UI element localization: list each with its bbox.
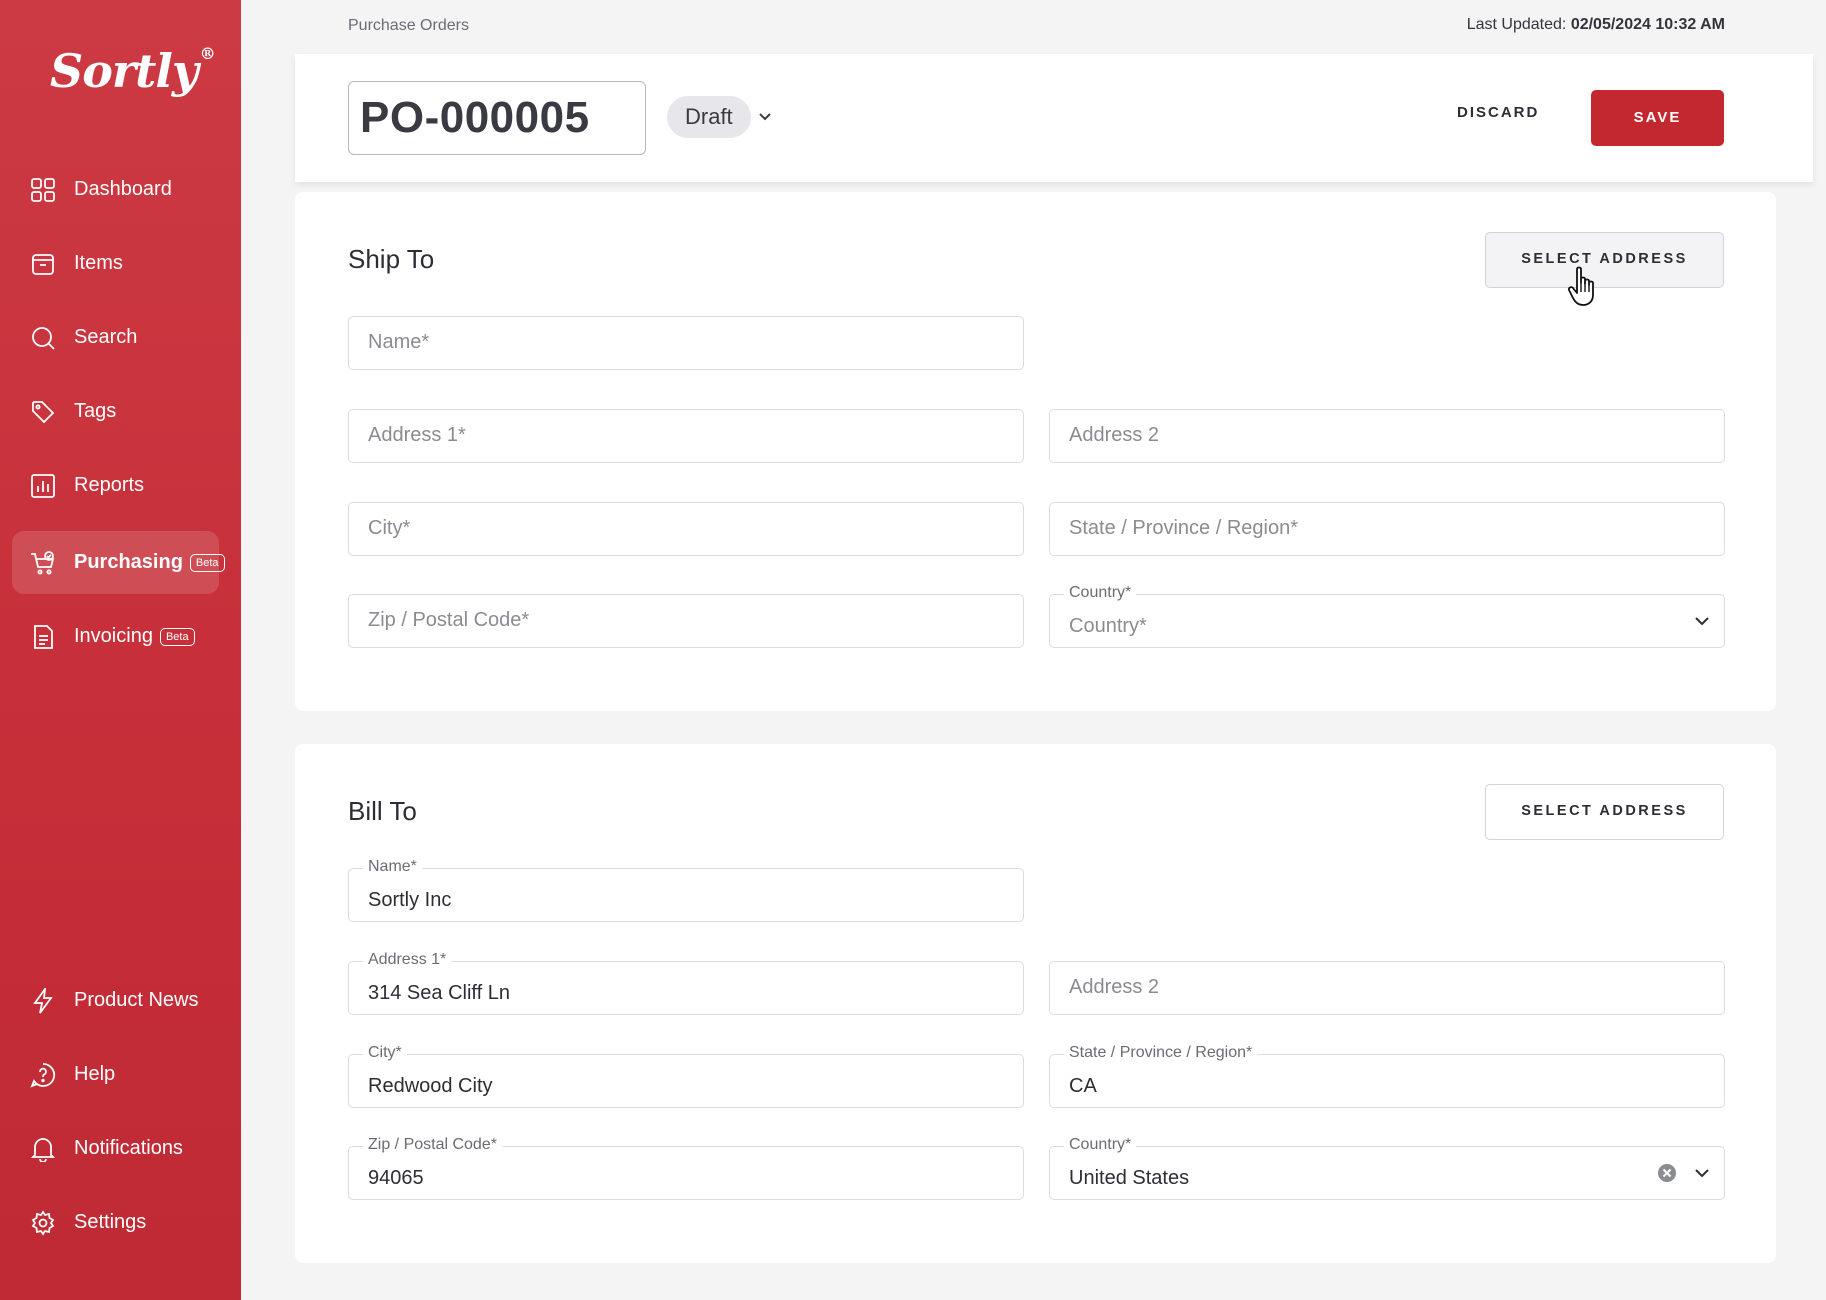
sidebar-item-label: Product News [74,989,199,1011]
field-label: Country* [1064,584,1137,602]
bill-to-card: Bill To SELECT ADDRESS Name* Sortly Inc … [295,744,1776,1263]
sidebar-item-label: Invoicing [74,625,153,647]
sidebar-item-tags[interactable]: Tags [12,380,219,443]
sidebar-item-label: Dashboard [74,178,172,200]
reports-icon [30,473,56,499]
field-value: Redwood City [368,1075,493,1097]
po-number-input[interactable]: PO-000005 [348,81,646,155]
ship-address1-field[interactable]: Address 1* [348,409,1024,463]
beta-badge: Beta [159,627,195,646]
sidebar-item-purchasing[interactable]: Purchasing Beta [12,531,225,594]
sidebar-item-product-news[interactable]: Product News [12,969,219,1032]
status-badge[interactable]: Draft [667,96,751,138]
field-label: Country* [1064,1136,1137,1154]
ship-to-title: Ship To [348,244,435,274]
field-label: Address 1* [363,951,452,969]
tag-icon [30,399,56,425]
field-label: Name* [363,858,422,876]
sidebar-item-label: Notifications [74,1137,183,1159]
bill-zip-field[interactable]: Zip / Postal Code* 94065 [348,1136,1024,1200]
chevron-down-icon[interactable] [1692,611,1712,631]
search-icon [30,325,56,351]
ship-to-card: Ship To SELECT ADDRESS Name* Address 1* … [295,192,1776,711]
last-updated-value: 02/05/2024 10:32 AM [1570,16,1725,33]
ship-state-field[interactable]: State / Province / Region* [1049,502,1725,556]
clear-icon[interactable] [1657,1163,1677,1183]
help-icon [30,1062,56,1088]
sidebar-item-help[interactable]: Help [12,1043,219,1106]
save-button[interactable]: SAVE [1591,90,1724,146]
dashboard-icon [30,177,56,203]
ship-address2-field[interactable]: Address 2 [1049,409,1725,463]
sidebar-item-invoicing[interactable]: Invoicing Beta [12,605,219,668]
sidebar-item-search[interactable]: Search [12,306,219,369]
sidebar-item-reports[interactable]: Reports [12,454,219,517]
field-value: 94065 [368,1167,424,1189]
last-updated: Last Updated: 02/05/2024 10:32 AM [1466,16,1725,33]
ship-city-field[interactable]: City* [348,502,1024,556]
ship-zip-field[interactable]: Zip / Postal Code* [348,594,1024,648]
invoice-icon [30,624,56,650]
sidebar-item-notifications[interactable]: Notifications [12,1117,219,1180]
field-value: CA [1069,1075,1097,1097]
sidebar-item-label: Search [74,326,138,348]
field-label: Zip / Postal Code* [363,1136,502,1154]
gear-icon [30,1209,56,1236]
sidebar-item-label: Settings [74,1211,147,1233]
sidebar-item-items[interactable]: Items [12,232,219,295]
beta-badge: Beta [189,553,225,572]
field-label: State / Province / Region* [1064,1044,1258,1062]
bill-address2-field[interactable]: Address 2 [1049,961,1725,1015]
bill-to-select-address-button[interactable]: SELECT ADDRESS [1485,784,1724,840]
sidebar-item-label: Tags [74,400,117,422]
field-value: Sortly Inc [368,889,452,911]
sidebar-item-label: Reports [74,474,145,496]
bell-icon [30,1136,56,1162]
field-value: United States [1069,1167,1190,1189]
sortly-logo[interactable]: Sortly ® [50,44,216,98]
lightning-icon [30,987,56,1014]
field-value: 314 Sea Cliff Ln [368,982,510,1004]
ship-to-select-address-button[interactable]: SELECT ADDRESS [1485,232,1724,288]
bill-to-title: Bill To [348,796,417,826]
po-header: PO-000005 Draft DISCARD SAVE [295,54,1813,182]
bill-city-field[interactable]: City* Redwood City [348,1044,1024,1108]
cart-icon [30,550,56,576]
discard-button[interactable]: DISCARD [1435,90,1561,136]
bill-name-field[interactable]: Name* Sortly Inc [348,858,1024,922]
chevron-down-icon[interactable] [756,107,774,125]
sidebar-item-dashboard[interactable]: Dashboard [12,158,219,221]
items-icon [30,251,56,277]
sidebar-item-label: Help [74,1063,116,1085]
bill-state-field[interactable]: State / Province / Region* CA [1049,1044,1725,1108]
ship-country-select[interactable]: Country* Country* [1049,584,1725,648]
bill-country-select[interactable]: Country* United States [1049,1136,1725,1200]
hand-cursor-icon [1567,266,1594,306]
sidebar-item-label: Items [74,252,123,274]
field-label: City* [363,1044,407,1062]
breadcrumb[interactable]: Purchase Orders [348,17,469,35]
bill-address1-field[interactable]: Address 1* 314 Sea Cliff Ln [348,951,1024,1015]
sidebar: Sortly ® Dashboard Items Search Tags Repo… [0,0,241,1300]
sidebar-item-label: Purchasing [74,551,183,573]
ship-name-field[interactable]: Name* [348,316,1024,370]
chevron-down-icon[interactable] [1692,1163,1712,1183]
sidebar-item-settings[interactable]: Settings [12,1191,219,1254]
